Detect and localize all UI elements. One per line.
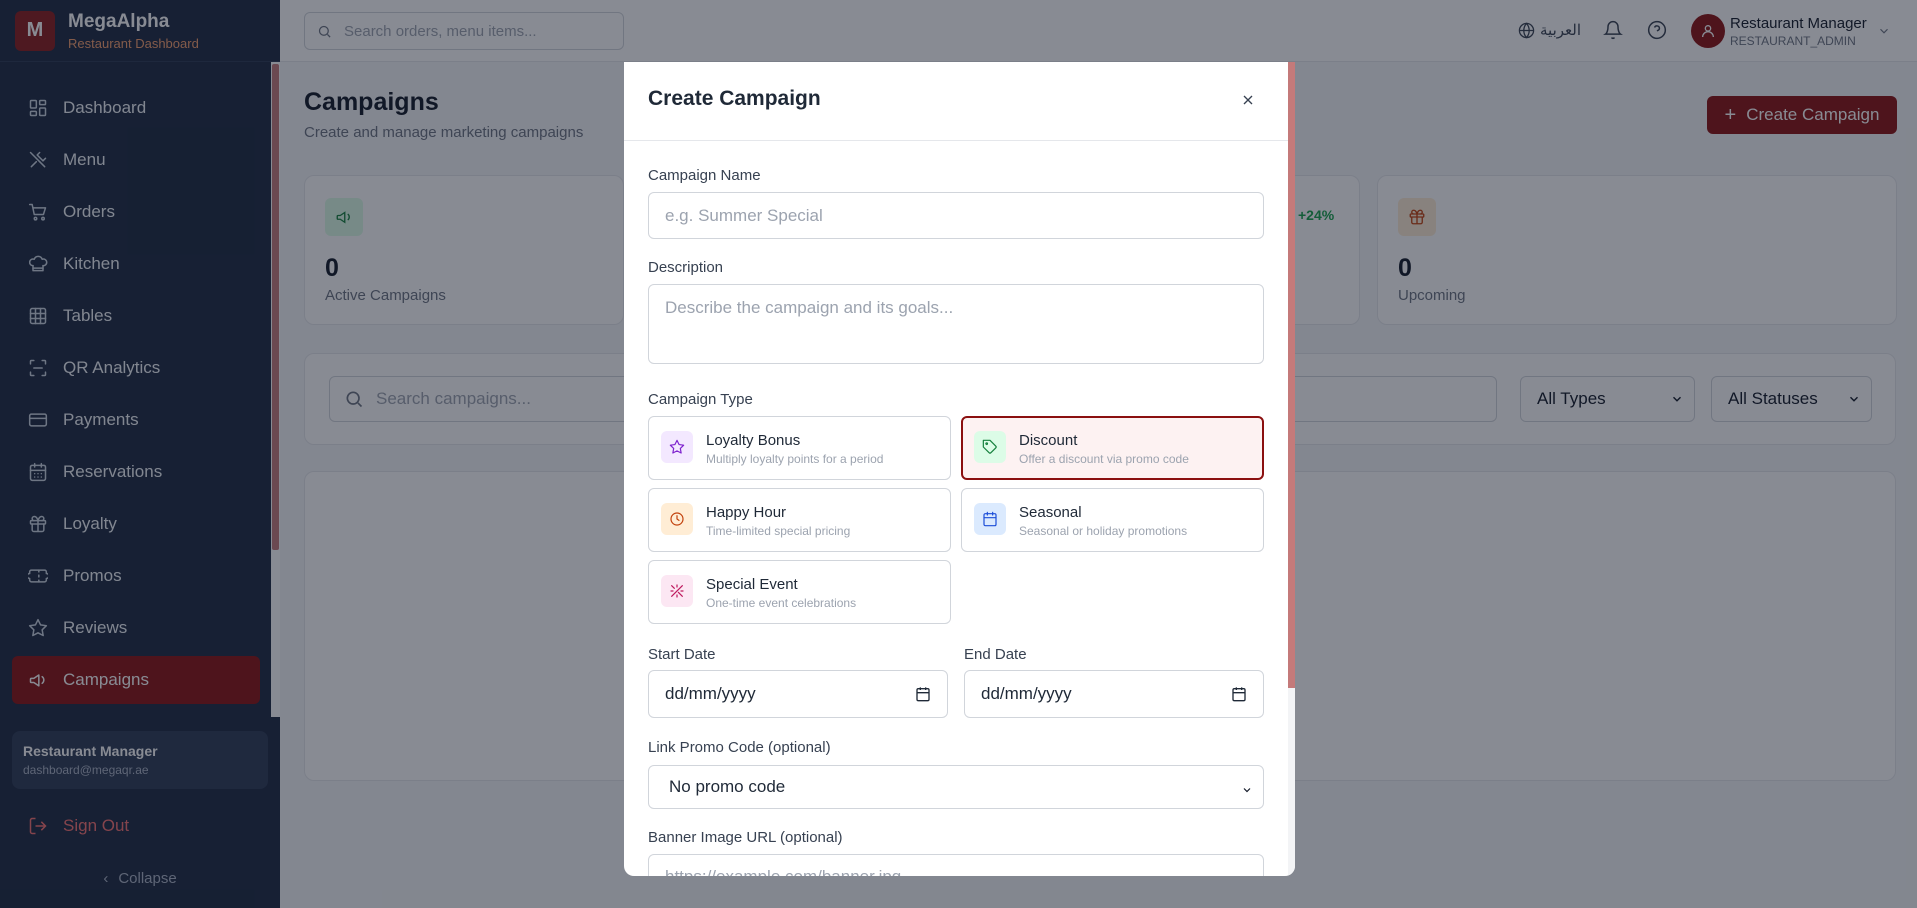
campaign-name-label: Campaign Name bbox=[648, 167, 761, 184]
description-label: Description bbox=[648, 259, 724, 276]
type-option-desc: Multiply loyalty points for a period bbox=[706, 452, 884, 466]
close-icon bbox=[1243, 95, 1253, 105]
create-campaign-modal: Create Campaign Campaign Name e.g. Summe… bbox=[624, 62, 1295, 876]
banner-url-placeholder: https://example.com/banner.jpg bbox=[665, 867, 901, 876]
end-date-value: dd/mm/yyyy bbox=[981, 684, 1072, 703]
description-textarea[interactable]: Describe the campaign and its goals... bbox=[648, 284, 1264, 364]
tag-icon bbox=[974, 431, 1006, 463]
campaign-type-label: Campaign Type bbox=[648, 391, 753, 408]
description-placeholder: Describe the campaign and its goals... bbox=[665, 298, 954, 317]
banner-url-input[interactable]: https://example.com/banner.jpg bbox=[648, 854, 1264, 876]
end-date-input[interactable]: dd/mm/yyyy bbox=[964, 670, 1264, 718]
modal-title: Create Campaign bbox=[648, 87, 821, 110]
type-option-special-event[interactable]: Special Event One-time event celebration… bbox=[648, 560, 951, 624]
type-option-title: Special Event bbox=[706, 576, 798, 593]
promo-code-label: Link Promo Code (optional) bbox=[648, 739, 831, 756]
type-option-desc: Offer a discount via promo code bbox=[1019, 452, 1189, 466]
banner-url-label: Banner Image URL (optional) bbox=[648, 829, 843, 846]
type-option-title: Happy Hour bbox=[706, 504, 787, 521]
type-option-title: Discount bbox=[1019, 432, 1078, 449]
type-option-discount[interactable]: Discount Offer a discount via promo code bbox=[961, 416, 1264, 480]
promo-code-value: No promo code bbox=[669, 777, 786, 796]
calendar-icon bbox=[974, 503, 1006, 535]
type-option-loyalty-bonus[interactable]: Loyalty Bonus Multiply loyalty points fo… bbox=[648, 416, 951, 480]
calendar-icon[interactable] bbox=[915, 686, 931, 707]
modal-close-button[interactable] bbox=[1238, 90, 1258, 110]
type-option-desc: One-time event celebrations bbox=[706, 596, 857, 610]
star-icon bbox=[661, 431, 693, 463]
end-date-label: End Date bbox=[964, 646, 1027, 663]
type-option-title: Seasonal bbox=[1019, 504, 1082, 521]
start-date-value: dd/mm/yyyy bbox=[665, 684, 756, 703]
campaign-name-placeholder: e.g. Summer Special bbox=[665, 205, 823, 225]
campaign-name-input[interactable]: e.g. Summer Special bbox=[648, 192, 1264, 239]
type-option-title: Loyalty Bonus bbox=[706, 432, 801, 449]
type-option-happy-hour[interactable]: Happy Hour Time-limited special pricing bbox=[648, 488, 951, 552]
modal-header: Create Campaign bbox=[624, 62, 1295, 141]
clock-icon bbox=[661, 503, 693, 535]
start-date-input[interactable]: dd/mm/yyyy bbox=[648, 670, 948, 718]
type-option-seasonal[interactable]: Seasonal Seasonal or holiday promotions bbox=[961, 488, 1264, 552]
start-date-label: Start Date bbox=[648, 646, 716, 663]
modal-scrollbar-thumb[interactable] bbox=[1288, 62, 1295, 688]
chevron-down-icon bbox=[1241, 781, 1253, 801]
type-option-desc: Seasonal or holiday promotions bbox=[1019, 524, 1188, 538]
sparkles-icon bbox=[661, 575, 693, 607]
type-option-desc: Time-limited special pricing bbox=[706, 524, 851, 538]
calendar-icon[interactable] bbox=[1231, 686, 1247, 707]
promo-code-select[interactable]: No promo code bbox=[648, 765, 1264, 809]
